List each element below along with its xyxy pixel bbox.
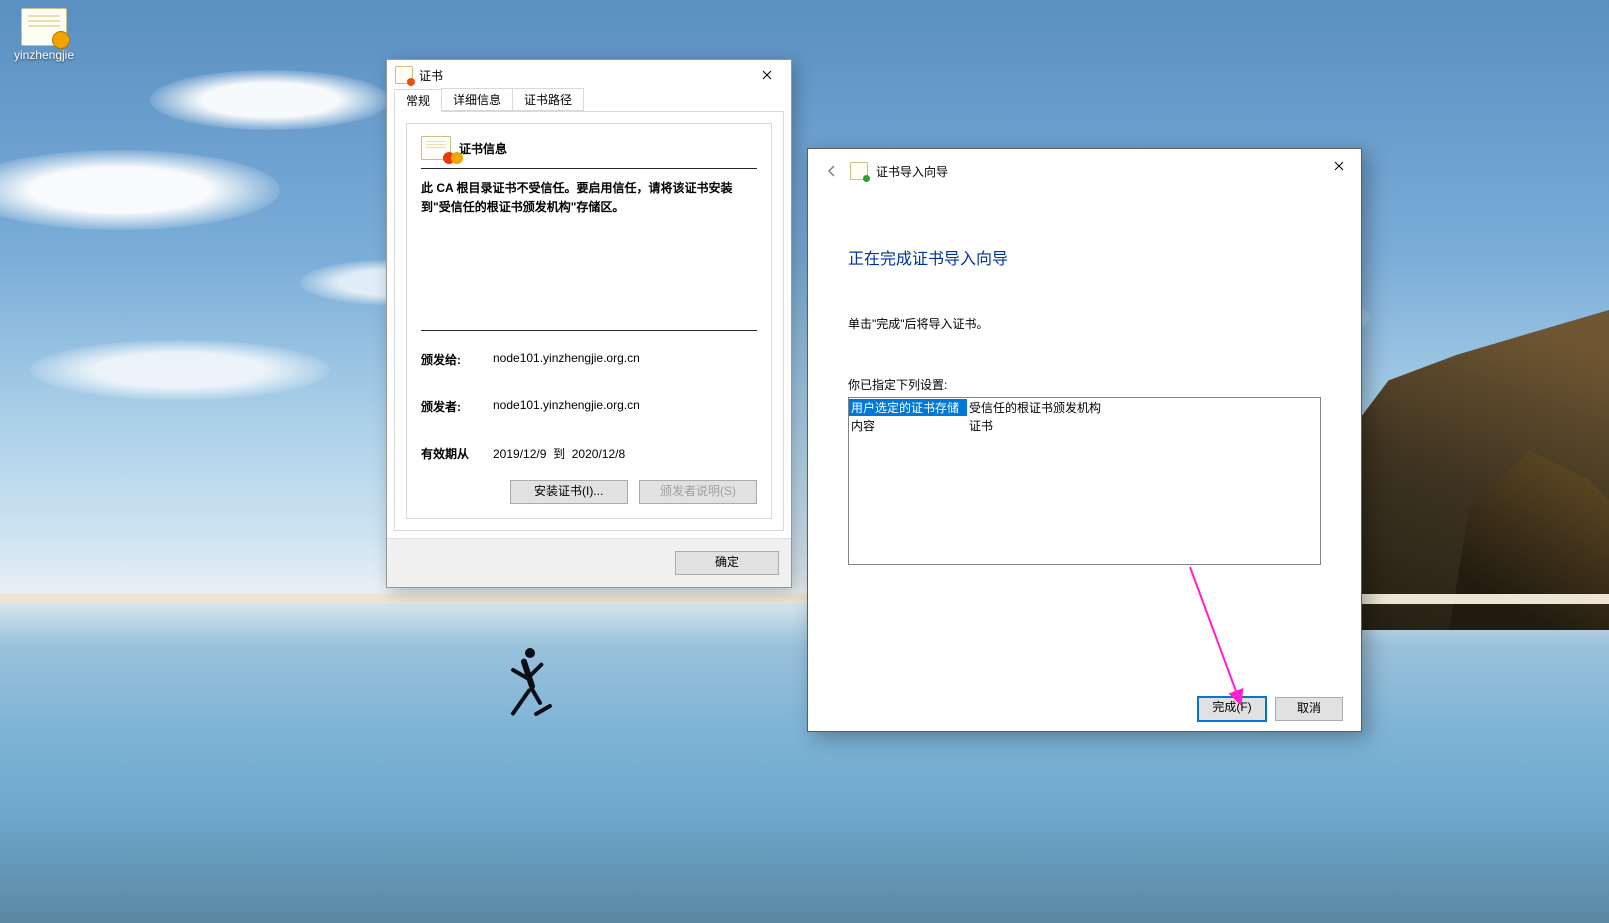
issued-to-label: 颁发给: <box>421 351 493 368</box>
wizard-description: 单击"完成"后将导入证书。 <box>848 315 1321 332</box>
certificate-file-icon <box>21 8 67 46</box>
wizard-window-title: 证书导入向导 <box>876 163 1319 180</box>
import-wizard-dialog: 证书导入向导 正在完成证书导入向导 单击"完成"后将导入证书。 你已指定下列设置… <box>807 148 1362 732</box>
wizard-heading: 正在完成证书导入向导 <box>848 245 1321 269</box>
valid-period-label: 有效期从 <box>421 445 493 462</box>
wallpaper-runner <box>485 644 565 774</box>
valid-period-value: 2019/12/9 到 2020/12/8 <box>493 445 625 462</box>
wizard-header[interactable]: 证书导入向导 <box>808 149 1361 193</box>
wizard-body: 正在完成证书导入向导 单击"完成"后将导入证书。 你已指定下列设置: 用户选定的… <box>808 193 1361 687</box>
install-certificate-button[interactable]: 安装证书(I)... <box>510 480 628 504</box>
wizard-footer: 完成(F) 取消 <box>808 687 1361 731</box>
certificate-ok-button[interactable]: 确定 <box>675 551 779 575</box>
settings-row-key: 用户选定的证书存储 <box>849 399 967 416</box>
issued-by-label: 颁发者: <box>421 398 493 415</box>
wizard-back-button[interactable] <box>820 159 844 183</box>
certificate-dialog-title: 证书 <box>419 67 744 84</box>
tab-panel-general: 证书信息 此 CA 根目录证书不受信任。要启用信任，请将该证书安装到"受信任的根… <box>394 112 784 531</box>
issuer-statement-button: 颁发者说明(S) <box>639 480 757 504</box>
wizard-cancel-button[interactable]: 取消 <box>1275 697 1343 721</box>
certificate-dialog-titlebar[interactable]: 证书 <box>387 60 791 90</box>
desktop-icon-label: yinzhengjie <box>6 48 82 62</box>
issued-to-value: node101.yinzhengjie.org.cn <box>493 351 640 368</box>
certificate-icon <box>395 66 413 84</box>
settings-row[interactable]: 用户选定的证书存储 受信任的根证书颁发机构 <box>849 398 1320 416</box>
certificate-tabstrip: 常规 详细信息 证书路径 <box>394 90 784 112</box>
desktop-icon-certificate[interactable]: yinzhengjie <box>6 2 82 62</box>
certificate-dialog-footer: 确定 <box>387 538 791 587</box>
tab-general[interactable]: 常规 <box>394 89 442 112</box>
wizard-settings-label: 你已指定下列设置: <box>848 376 1321 393</box>
settings-row-value: 受信任的根证书颁发机构 <box>967 399 1320 416</box>
settings-row-key: 内容 <box>849 417 967 434</box>
wizard-settings-list[interactable]: 用户选定的证书存储 受信任的根证书颁发机构 内容 证书 <box>848 397 1321 565</box>
certificate-dialog-close-button[interactable] <box>744 61 789 89</box>
tab-cert-path[interactable]: 证书路径 <box>512 88 584 111</box>
certificate-warning-text: 此 CA 根目录证书不受信任。要启用信任，请将该证书安装到"受信任的根证书颁发机… <box>421 179 757 324</box>
wizard-close-button[interactable] <box>1319 152 1359 180</box>
issued-by-value: node101.yinzhengjie.org.cn <box>493 398 640 415</box>
close-icon <box>1334 161 1344 171</box>
certificate-info-frame: 证书信息 此 CA 根目录证书不受信任。要启用信任，请将该证书安装到"受信任的根… <box>406 123 772 519</box>
close-icon <box>762 70 772 80</box>
wizard-icon <box>850 162 868 180</box>
certificate-info-heading: 证书信息 <box>459 140 507 157</box>
wizard-finish-button[interactable]: 完成(F) <box>1197 696 1267 722</box>
desktop-background: yinzhengjie 证书 常规 详细信息 证书路径 证书信息 <box>0 0 1609 923</box>
back-arrow-icon <box>825 164 839 178</box>
settings-row[interactable]: 内容 证书 <box>849 416 1320 434</box>
certificate-badge-icon <box>421 136 451 160</box>
settings-row-value: 证书 <box>967 417 1320 434</box>
wallpaper-beach <box>0 594 1609 604</box>
certificate-dialog: 证书 常规 详细信息 证书路径 证书信息 此 CA 根目录证书不受信任。要启用信… <box>386 59 792 588</box>
tab-details[interactable]: 详细信息 <box>441 88 513 111</box>
